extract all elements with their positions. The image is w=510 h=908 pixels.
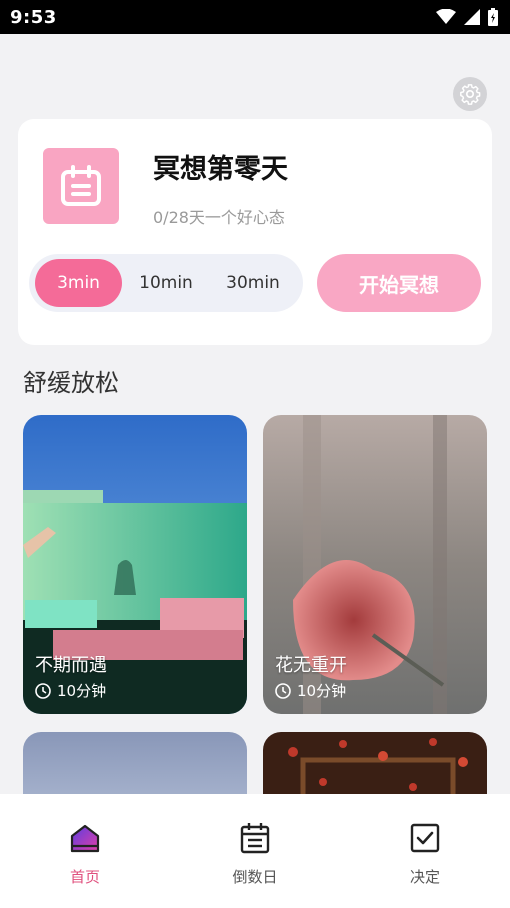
section-title: 舒缓放松 — [23, 369, 119, 397]
progress-subtitle: 0/28天一个好心态 — [153, 208, 285, 227]
nav-item-decide[interactable]: 决定 — [340, 794, 510, 908]
nav-label-decide: 决定 — [409, 868, 440, 886]
card-duration: 10分钟 — [275, 680, 346, 701]
bottom-nav: 首页 倒数日 决定 — [0, 794, 510, 908]
clock-icon — [275, 682, 291, 699]
wifi-icon — [436, 9, 456, 24]
signal-icon — [464, 9, 480, 25]
clock-icon — [35, 682, 51, 699]
page-title: 冥想第零天 — [153, 154, 288, 185]
card-duration: 10分钟 — [35, 680, 106, 701]
card-title: 不期而遇 — [35, 655, 107, 676]
meditation-card: 冥想第零天 0/28天一个好心态 3min 10min 30min 开始冥想 — [18, 119, 492, 345]
status-bar: 9:53 — [0, 0, 510, 34]
nav-item-home[interactable]: 首页 — [0, 794, 170, 908]
duration-option-30min[interactable]: 30min — [210, 259, 296, 307]
checkbox-icon — [409, 822, 441, 854]
duration-option-3min[interactable]: 3min — [35, 259, 122, 307]
nav-label-countdown: 倒数日 — [232, 868, 278, 886]
calendar-list-icon — [239, 822, 271, 854]
settings-button[interactable] — [453, 77, 487, 111]
home-icon — [69, 822, 101, 854]
start-meditation-button[interactable]: 开始冥想 — [317, 254, 481, 312]
battery-icon — [488, 8, 498, 26]
card-duration-label: 10分钟 — [57, 682, 107, 700]
media-card-wall[interactable]: 不期而遇 10分钟 — [23, 415, 247, 714]
nav-label-home: 首页 — [69, 868, 100, 886]
duration-option-10min[interactable]: 10min — [122, 259, 210, 307]
card-title: 花无重开 — [275, 655, 347, 676]
calendar-icon — [61, 165, 101, 206]
status-time: 9:53 — [10, 6, 57, 28]
calendar-badge — [43, 148, 119, 224]
gear-icon — [460, 84, 481, 105]
nav-item-countdown[interactable]: 倒数日 — [170, 794, 340, 908]
status-icons — [436, 8, 498, 26]
duration-selector: 3min 10min 30min — [29, 254, 303, 312]
card-duration-label: 10分钟 — [297, 682, 347, 700]
media-card-flower[interactable]: 花无重开 10分钟 — [263, 415, 487, 714]
